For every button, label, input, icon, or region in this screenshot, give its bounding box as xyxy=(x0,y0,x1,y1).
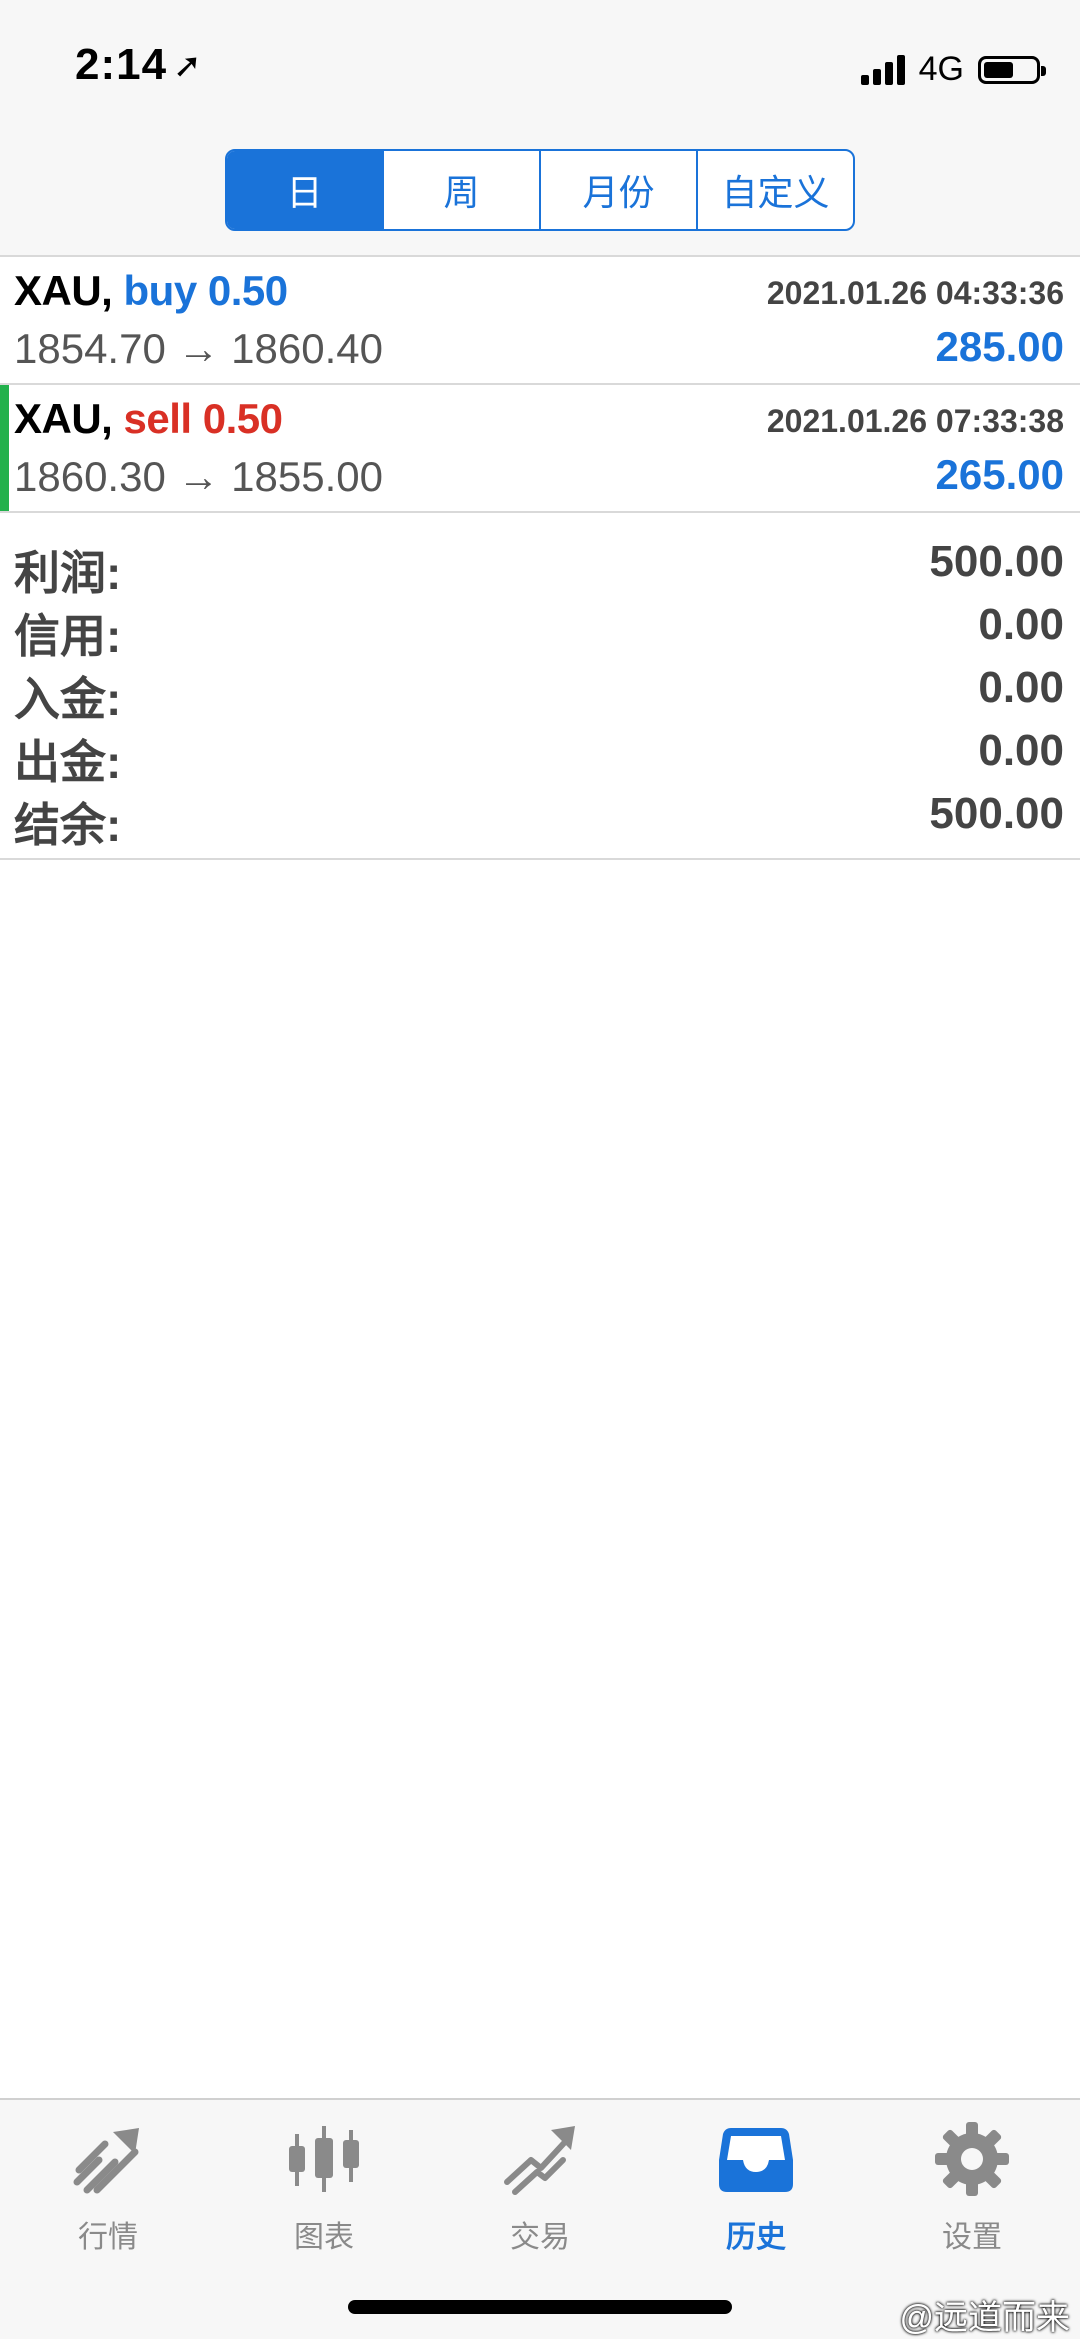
period-segmented-control: 日 周 月份 自定义 xyxy=(225,149,855,231)
selection-marker xyxy=(0,385,9,511)
tab-settings[interactable]: 设置 xyxy=(864,2120,1080,2270)
header-area: 2:14 ➚ 4G 日 周 月份 自定义 xyxy=(0,0,1080,257)
summary-label: 利润: xyxy=(14,547,122,599)
deal-prices: 1860.30 → 1855.00 xyxy=(14,453,383,500)
tab-label: 历史 xyxy=(726,2221,786,2254)
summary-row-deposit: 入金: 0.00 xyxy=(0,663,1080,725)
network-type: 4G xyxy=(918,50,964,88)
deal-row[interactable]: XAU, buy 0.50 2021.01.26 04:33:36 1854.7… xyxy=(0,257,1080,385)
segment-month[interactable]: 月份 xyxy=(541,151,698,229)
summary-section: 利润: 500.00 信用: 0.00 入金: 0.00 出金: 0.00 结余… xyxy=(0,515,1080,860)
trade-trend-icon xyxy=(501,2120,579,2198)
summary-label: 入金: xyxy=(14,673,122,725)
location-arrow-icon: ➚ xyxy=(173,47,203,85)
summary-label: 出金: xyxy=(14,736,122,788)
tab-label: 图表 xyxy=(294,2221,354,2254)
status-time: 2:14 ➚ xyxy=(75,40,203,90)
watermark: @远道而来 xyxy=(899,2299,1070,2337)
segment-day[interactable]: 日 xyxy=(227,151,384,229)
history-inbox-icon xyxy=(717,2120,795,2198)
deal-time: 2021.01.26 07:33:38 xyxy=(766,403,1064,439)
deal-side: sell xyxy=(123,395,193,442)
deal-prices: 1854.70 → 1860.40 xyxy=(14,325,383,372)
summary-value: 0.00 xyxy=(978,726,1064,775)
tab-label: 行情 xyxy=(78,2221,138,2254)
summary-value: 500.00 xyxy=(929,537,1064,586)
gear-icon xyxy=(933,2120,1011,2198)
deal-profit: 285.00 xyxy=(935,323,1064,370)
signal-strength-icon xyxy=(860,54,905,85)
summary-row-balance: 结余: 500.00 xyxy=(0,789,1080,851)
summary-row-credit: 信用: 0.00 xyxy=(0,600,1080,662)
tab-label: 交易 xyxy=(510,2221,570,2254)
summary-label: 信用: xyxy=(14,610,122,662)
tab-quotes[interactable]: 行情 xyxy=(0,2120,216,2270)
deal-title: XAU, sell 0.50 xyxy=(14,395,283,443)
deal-symbol: XAU, xyxy=(14,267,113,314)
deal-profit: 265.00 xyxy=(935,451,1064,498)
tab-charts[interactable]: 图表 xyxy=(216,2120,432,2270)
history-screen: 2:14 ➚ 4G 日 周 月份 自定义 XAU, buy 0.50 2021.… xyxy=(0,0,1080,2339)
home-indicator[interactable] xyxy=(348,2300,732,2314)
candlestick-chart-icon xyxy=(285,2120,363,2198)
segment-week[interactable]: 周 xyxy=(384,151,541,229)
summary-value: 500.00 xyxy=(929,789,1064,838)
battery-icon xyxy=(978,55,1046,84)
summary-row-withdrawal: 出金: 0.00 xyxy=(0,726,1080,788)
deal-volume: 0.50 xyxy=(207,267,288,314)
deal-volume: 0.50 xyxy=(202,395,283,442)
segment-custom[interactable]: 自定义 xyxy=(698,151,853,229)
deal-row-selected[interactable]: XAU, sell 0.50 2021.01.26 07:33:38 1860.… xyxy=(0,385,1080,513)
tab-trade[interactable]: 交易 xyxy=(432,2120,648,2270)
deal-side: buy xyxy=(123,267,198,314)
tab-label: 设置 xyxy=(942,2221,1002,2254)
deal-title: XAU, buy 0.50 xyxy=(14,267,288,315)
summary-row-profit: 利润: 500.00 xyxy=(0,537,1080,599)
deal-time: 2021.01.26 04:33:36 xyxy=(766,275,1064,311)
quotes-arrow-icon xyxy=(69,2120,147,2198)
summary-label: 结余: xyxy=(14,799,122,851)
summary-value: 0.00 xyxy=(978,600,1064,649)
status-time-text: 2:14 xyxy=(75,40,168,89)
deal-symbol: XAU, xyxy=(14,395,113,442)
tab-history[interactable]: 历史 xyxy=(648,2120,864,2270)
status-indicators: 4G xyxy=(860,50,1046,89)
summary-value: 0.00 xyxy=(978,663,1064,712)
